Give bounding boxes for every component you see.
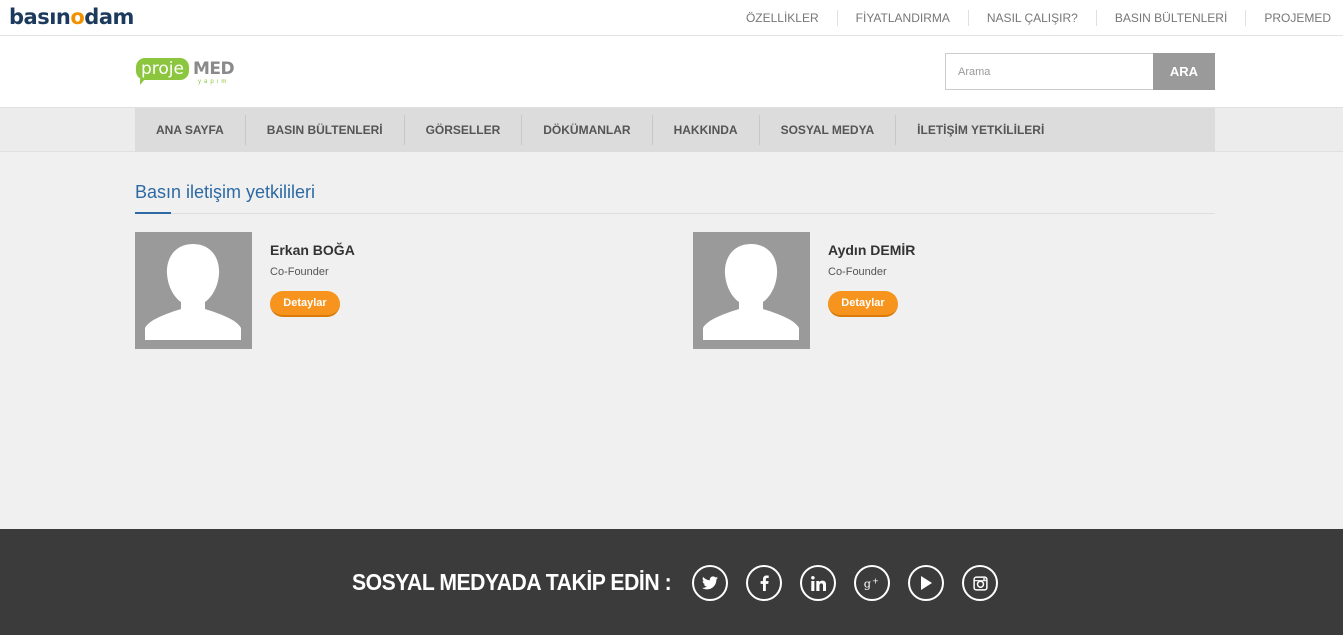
search-form: ARA bbox=[945, 53, 1215, 90]
logo-accent: MED bbox=[193, 59, 235, 79]
contact-role: Co-Founder bbox=[828, 266, 887, 278]
brand-text-part: basın bbox=[9, 5, 71, 29]
logo-subtext: yapım bbox=[198, 79, 230, 85]
details-button[interactable]: Detaylar bbox=[828, 291, 898, 317]
nav-contacts[interactable]: İLETİŞİM YETKİLİLERİ bbox=[895, 115, 1065, 145]
user-silhouette-icon bbox=[145, 244, 241, 340]
svg-text:+: + bbox=[872, 576, 879, 586]
nav-images[interactable]: GÖRSELLER bbox=[403, 115, 522, 145]
top-nav-projemed[interactable]: PROJEMED bbox=[1245, 10, 1343, 26]
title-divider-accent bbox=[135, 212, 171, 214]
contact-card: Aydın DEMİR Co-Founder Detaylar bbox=[693, 232, 1193, 350]
nav-home[interactable]: ANA SAYFA bbox=[135, 115, 245, 145]
brand-text-accent: o bbox=[70, 5, 85, 29]
svg-text:g: g bbox=[864, 577, 871, 590]
linkedin-icon[interactable] bbox=[800, 565, 836, 601]
brand-logo[interactable]: basınodam bbox=[9, 5, 134, 29]
page-title: Basın iletişim yetkilileri bbox=[135, 182, 316, 202]
avatar bbox=[135, 232, 252, 349]
title-divider bbox=[135, 213, 1215, 214]
top-nav-how-it-works[interactable]: NASIL ÇALIŞIR? bbox=[967, 10, 1096, 26]
logo-bubble: proje bbox=[136, 58, 189, 85]
brand-text-end: dam bbox=[84, 5, 134, 29]
twitter-icon[interactable] bbox=[692, 565, 728, 601]
projemed-logo[interactable]: proje MED yapım bbox=[136, 58, 236, 86]
google-plus-icon[interactable]: g + bbox=[854, 565, 890, 601]
contact-card: Erkan BOĞA Co-Founder Detaylar bbox=[135, 232, 635, 350]
top-nav-features[interactable]: ÖZELLİKLER bbox=[728, 10, 837, 26]
site-header: proje MED yapım ARA bbox=[0, 36, 1343, 107]
contact-name: Erkan BOĞA bbox=[270, 242, 355, 258]
follow-label: SOSYAL MEDYADA TAKİP EDİN : bbox=[352, 569, 672, 595]
site-footer: SOSYAL MEDYADA TAKİP EDİN : g + bbox=[0, 529, 1343, 635]
top-nav-pricing[interactable]: FİYATLANDIRMA bbox=[836, 10, 968, 26]
instagram-icon[interactable] bbox=[962, 565, 998, 601]
nav-about[interactable]: HAKKINDA bbox=[651, 115, 759, 145]
main-nav-wrapper: ANA SAYFA BASIN BÜLTENLERİ GÖRSELLER DÖK… bbox=[0, 107, 1343, 152]
facebook-icon[interactable] bbox=[746, 565, 782, 601]
top-nav: ÖZELLİKLER FİYATLANDIRMA NASIL ÇALIŞIR? … bbox=[728, 0, 1343, 36]
nav-social-media[interactable]: SOSYAL MEDYA bbox=[758, 115, 896, 145]
nav-documents[interactable]: DÖKÜMANLAR bbox=[521, 115, 651, 145]
contact-name: Aydın DEMİR bbox=[828, 242, 916, 258]
main-nav: ANA SAYFA BASIN BÜLTENLERİ GÖRSELLER DÖK… bbox=[135, 108, 1215, 152]
search-button[interactable]: ARA bbox=[1153, 53, 1215, 90]
search-input[interactable] bbox=[945, 53, 1153, 90]
youtube-icon[interactable] bbox=[908, 565, 944, 601]
details-button[interactable]: Detaylar bbox=[270, 291, 340, 317]
top-nav-press-releases[interactable]: BASIN BÜLTENLERİ bbox=[1095, 10, 1245, 26]
avatar bbox=[693, 232, 810, 349]
top-bar: basınodam ÖZELLİKLER FİYATLANDIRMA NASIL… bbox=[0, 0, 1343, 36]
user-silhouette-icon bbox=[703, 244, 799, 340]
contact-role: Co-Founder bbox=[270, 266, 329, 278]
nav-press-releases[interactable]: BASIN BÜLTENLERİ bbox=[244, 115, 404, 145]
